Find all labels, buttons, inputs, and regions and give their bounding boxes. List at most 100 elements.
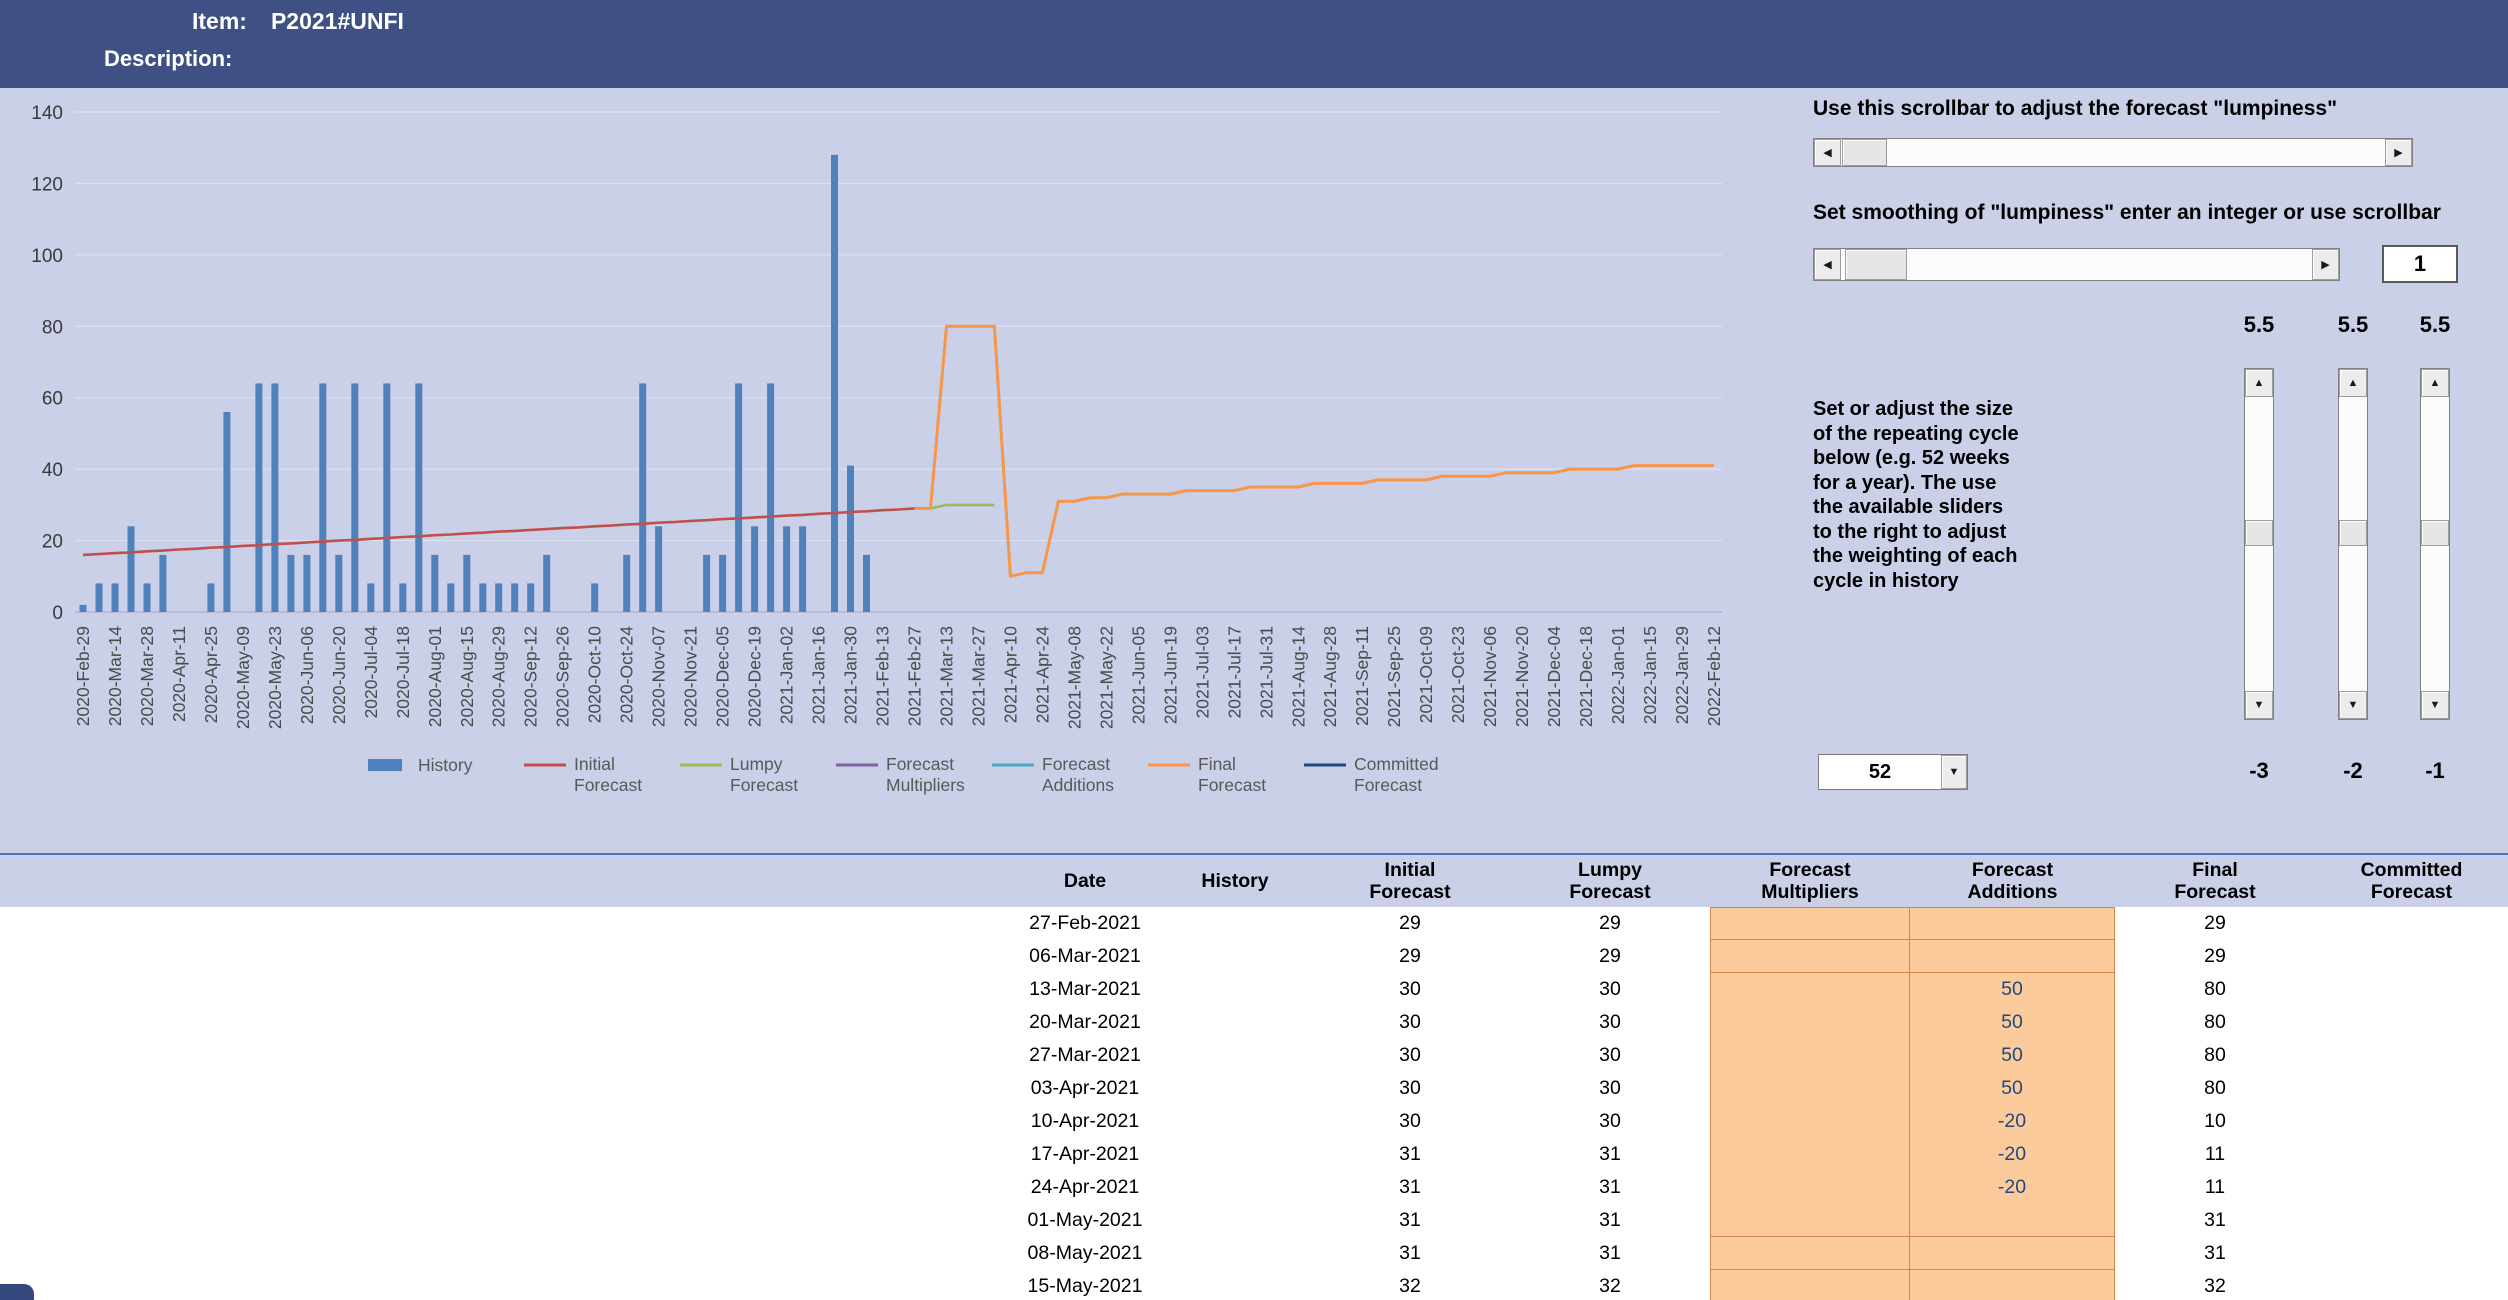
- initial-cell: 31: [1310, 1237, 1510, 1270]
- y-axis-label: 100: [31, 246, 63, 267]
- scrollbar-track[interactable]: [1841, 249, 2312, 280]
- up-arrow-icon: ▲: [2348, 377, 2359, 389]
- scrollbar-track[interactable]: [2245, 397, 2273, 691]
- history-cell: [1160, 1105, 1310, 1139]
- scroll-down-button[interactable]: ▼: [2339, 691, 2367, 719]
- date-cell: 20-Mar-2021: [1010, 1006, 1160, 1040]
- addition-cell[interactable]: -20: [1910, 1171, 2115, 1205]
- multiplier-cell[interactable]: [1710, 940, 1910, 973]
- scroll-down-button[interactable]: ▼: [2421, 691, 2449, 719]
- scrollbar-thumb[interactable]: [1845, 249, 1907, 280]
- addition-cell[interactable]: -20: [1910, 1138, 2115, 1172]
- smoothing-scrollbar[interactable]: ◀ ▶: [1813, 248, 2340, 281]
- slider-value: 5.5: [2409, 310, 2461, 340]
- row-spacer: [0, 1171, 1010, 1205]
- legend-label: Forecast: [730, 775, 798, 795]
- addition-cell[interactable]: 50: [1910, 973, 2115, 1007]
- cycle-size-value: 52: [1819, 755, 1941, 789]
- x-axis-label: 2021-Jan-02: [777, 626, 797, 724]
- dropdown-button[interactable]: ▼: [1941, 755, 1967, 789]
- addition-cell[interactable]: [1910, 940, 2115, 973]
- multiplier-cell[interactable]: [1710, 1204, 1910, 1237]
- scroll-up-button[interactable]: ▲: [2421, 369, 2449, 397]
- table-header-cell: Initial Forecast: [1310, 859, 1510, 903]
- lumpy-cell: 30: [1510, 973, 1710, 1007]
- y-axis-label: 60: [42, 389, 63, 410]
- x-axis-label: 2021-Jul-31: [1256, 626, 1276, 718]
- x-axis-label: 2020-May-09: [233, 626, 253, 729]
- addition-cell[interactable]: 50: [1910, 1072, 2115, 1106]
- date-cell: 08-May-2021: [1010, 1237, 1160, 1270]
- scroll-left-button[interactable]: ◀: [1814, 249, 1841, 280]
- legend-label: Forecast: [1354, 775, 1422, 795]
- scrollbar-track[interactable]: [2339, 397, 2367, 691]
- x-axis-label: 2020-Dec-19: [745, 626, 765, 727]
- multiplier-cell[interactable]: [1710, 1105, 1910, 1139]
- slider-value: 5.5: [2327, 310, 2379, 340]
- multiplier-cell[interactable]: [1710, 1237, 1910, 1270]
- scrollbar-thumb[interactable]: [2245, 520, 2273, 546]
- item-label: Item:: [192, 8, 247, 34]
- cycle-weight-slider-3: 5.5 ▲ ▼ -1: [2409, 310, 2461, 786]
- date-cell: 15-May-2021: [1010, 1270, 1160, 1300]
- multiplier-cell[interactable]: [1710, 1039, 1910, 1073]
- addition-cell[interactable]: [1910, 1204, 2115, 1237]
- addition-cell[interactable]: 50: [1910, 1039, 2115, 1073]
- addition-cell[interactable]: -20: [1910, 1105, 2115, 1139]
- scrollbar-track[interactable]: [2421, 397, 2449, 691]
- multiplier-cell[interactable]: [1710, 1138, 1910, 1172]
- x-axis-label: 2021-Jun-05: [1128, 626, 1148, 724]
- scrollbar-thumb[interactable]: [2339, 520, 2367, 546]
- scrollbar-thumb[interactable]: [1842, 139, 1887, 166]
- history-bar: [255, 383, 262, 612]
- slider-value: 5.5: [2233, 310, 2285, 340]
- scroll-right-button[interactable]: ▶: [2312, 249, 2339, 280]
- addition-cell[interactable]: [1910, 1270, 2115, 1300]
- table-header-cell: Forecast Additions: [1910, 859, 2115, 903]
- history-cell: [1160, 1204, 1310, 1237]
- scrollbar-track[interactable]: [1841, 139, 2385, 166]
- x-axis-label: 2020-Oct-10: [585, 626, 605, 724]
- cycle-weight-slider-1: 5.5 ▲ ▼ -3: [2233, 310, 2285, 786]
- final-cell: 11: [2115, 1171, 2315, 1205]
- vertical-scrollbar[interactable]: ▲ ▼: [2338, 368, 2368, 720]
- multiplier-cell[interactable]: [1710, 1171, 1910, 1205]
- initial-cell: 29: [1310, 940, 1510, 973]
- multiplier-cell[interactable]: [1710, 1270, 1910, 1300]
- legend-label: Lumpy: [730, 754, 783, 774]
- multiplier-cell[interactable]: [1710, 973, 1910, 1007]
- multiplier-cell[interactable]: [1710, 907, 1910, 940]
- lumpiness-scrollbar[interactable]: ◀ ▶: [1813, 138, 2413, 167]
- multiplier-cell[interactable]: [1710, 1072, 1910, 1106]
- history-cell: [1160, 973, 1310, 1007]
- cycle-size-dropdown[interactable]: 52 ▼: [1818, 754, 1968, 790]
- scroll-left-button[interactable]: ◀: [1814, 139, 1841, 166]
- scroll-up-button[interactable]: ▲: [2245, 369, 2273, 397]
- table-row: 06-Mar-2021292929: [0, 940, 2508, 973]
- table-row: 01-May-2021313131: [0, 1204, 2508, 1237]
- history-bar: [447, 583, 454, 612]
- x-axis-label: 2021-Oct-23: [1448, 626, 1468, 723]
- scrollbar-thumb[interactable]: [2421, 520, 2449, 546]
- addition-cell[interactable]: [1910, 1237, 2115, 1270]
- scroll-right-button[interactable]: ▶: [2385, 139, 2412, 166]
- smoothing-input[interactable]: [2382, 245, 2458, 283]
- addition-cell[interactable]: 50: [1910, 1006, 2115, 1040]
- scroll-up-button[interactable]: ▲: [2339, 369, 2367, 397]
- slider-weight: -1: [2409, 756, 2461, 786]
- left-arrow-icon: ◀: [1823, 146, 1831, 159]
- vertical-scrollbar[interactable]: ▲ ▼: [2420, 368, 2450, 720]
- description-label: Description:: [104, 46, 232, 72]
- initial-cell: 32: [1310, 1270, 1510, 1300]
- multiplier-cell[interactable]: [1710, 1006, 1910, 1040]
- x-axis-label: 2020-Mar-14: [105, 626, 125, 726]
- addition-cell[interactable]: [1910, 907, 2115, 940]
- legend-label: Additions: [1042, 775, 1114, 795]
- x-axis-label: 2021-Jun-19: [1160, 626, 1180, 724]
- initial-cell: 31: [1310, 1171, 1510, 1205]
- chevron-down-icon: ▼: [1949, 766, 1960, 778]
- vertical-scrollbar[interactable]: ▲ ▼: [2244, 368, 2274, 720]
- legend-label: Forecast: [1198, 775, 1266, 795]
- x-axis-label: 2021-Mar-13: [936, 626, 956, 726]
- scroll-down-button[interactable]: ▼: [2245, 691, 2273, 719]
